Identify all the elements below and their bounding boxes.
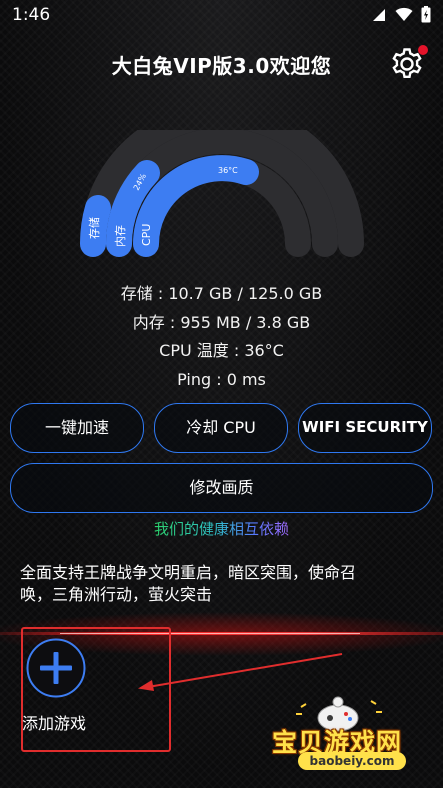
cpu-label: CPU: [140, 224, 153, 246]
status-icons: [371, 6, 431, 23]
signal-icon: [373, 8, 385, 21]
slogan: 我们的健康相互依赖: [0, 518, 443, 539]
add-game-plus-icon[interactable]: [26, 638, 86, 698]
slogan-text: 我们的健康相互依赖: [153, 520, 289, 538]
add-game-label[interactable]: 添加游戏: [22, 710, 86, 734]
pointer-arrow: [138, 653, 343, 691]
storage-stat: 存储 : 10.7 GB / 125.0 GB: [120, 284, 323, 303]
notification-dot: [418, 45, 428, 55]
storage-label: 存储: [87, 217, 101, 239]
cpu-fill: [133, 155, 259, 257]
modify-quality-button[interactable]: 修改画质: [10, 463, 433, 513]
system-gauge: 存储 内存 CPU 24% 36°C: [80, 130, 364, 257]
memory-label: 内存: [113, 225, 127, 247]
ping-stat: Ping : 0 ms: [177, 369, 266, 389]
cpu-temp-label: 36°C: [218, 166, 238, 175]
watermark-url: baobeiy.com: [298, 752, 406, 770]
memory-stat: 内存 : 955 MB / 3.8 GB: [132, 312, 311, 332]
stats-panel: 存储 : 10.7 GB / 125.0 GB 内存 : 955 MB / 3.…: [0, 280, 443, 394]
battery-icon: [421, 6, 431, 23]
boost-button[interactable]: 一键加速: [10, 403, 144, 453]
support-notice: 全面支持王牌战争文明重启，暗区突围，使命召唤，三角洲行动，萤火突击: [20, 563, 357, 604]
status-bar: 1:46: [0, 0, 443, 30]
wifi-security-button[interactable]: WIFI SECURITY: [298, 403, 432, 453]
cpu-temp-stat: CPU 温度 : 36°C: [159, 341, 284, 360]
cool-cpu-button[interactable]: 冷却 CPU: [154, 403, 288, 453]
wifi-icon: [395, 7, 413, 21]
page-title: 大白兔VIP版3.0欢迎您: [111, 54, 332, 78]
status-time: 1:46: [12, 5, 51, 25]
